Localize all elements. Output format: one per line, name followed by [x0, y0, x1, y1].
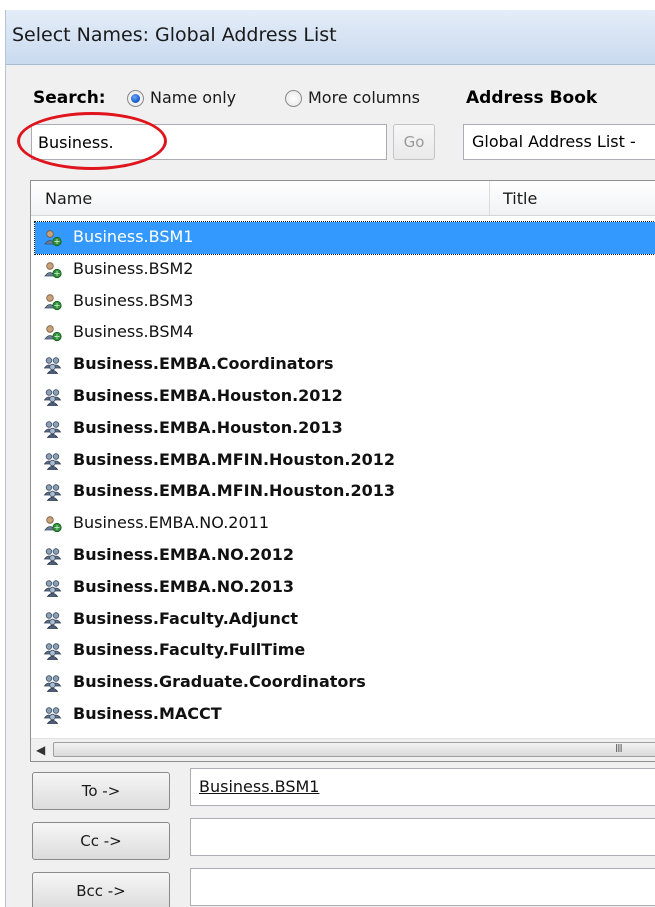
- list-item[interactable]: Business.EMBA.MFIN.Houston.2012: [31, 445, 655, 477]
- group-icon: [43, 611, 63, 629]
- bcc-button[interactable]: Bcc ->: [32, 872, 170, 907]
- list-item-name: Business.BSM4: [73, 322, 194, 342]
- list-item-name: Business.Graduate.Coordinators: [73, 672, 366, 692]
- list-item-name: Business.BSM1: [73, 227, 194, 246]
- search-label: Search:: [33, 88, 106, 108]
- cc-button[interactable]: Cc ->: [32, 822, 170, 860]
- scroll-left-icon[interactable]: ◀: [36, 743, 45, 757]
- list-item-name: Business.EMBA.Coordinators: [73, 354, 334, 374]
- list-item-name: Business.Faculty.Adjunct: [73, 608, 299, 628]
- to-field[interactable]: Business.BSM1: [190, 768, 655, 806]
- group-icon: [43, 452, 63, 470]
- to-button[interactable]: To ->: [32, 772, 170, 810]
- select-names-dialog: Select Names: Global Address List Search…: [5, 10, 655, 907]
- list-item[interactable]: Business.EMBA.Coordinators: [31, 349, 655, 381]
- list-item[interactable]: Business.BSM4: [31, 317, 655, 349]
- list-rows: Business.BSM1 Business.BSM2 Business.BSM3 B…: [31, 221, 655, 731]
- bcc-field[interactable]: [190, 868, 655, 906]
- list-item-name: Business.EMBA.NO.2011: [73, 513, 269, 533]
- group-icon: [43, 388, 63, 406]
- title-bar: Select Names: Global Address List: [6, 10, 655, 65]
- list-item-name: Business.EMBA.NO.2012: [73, 544, 295, 564]
- list-item[interactable]: Business.Faculty.Adjunct: [31, 604, 655, 636]
- radio-name-only-label[interactable]: Name only: [150, 88, 236, 107]
- list-item[interactable]: Business.EMBA.MFIN.Houston.2013: [31, 476, 655, 508]
- group-icon: [43, 420, 63, 438]
- to-recipient[interactable]: Business.BSM1: [199, 777, 319, 796]
- group-icon: [43, 547, 63, 565]
- go-button[interactable]: Go: [393, 124, 435, 160]
- scrollbar-grip: III: [615, 742, 623, 755]
- list-item[interactable]: Business.EMBA.NO.2012: [31, 540, 655, 572]
- group-icon: [43, 579, 63, 597]
- user-icon: [43, 324, 63, 342]
- search-input[interactable]: [31, 124, 387, 160]
- group-icon: [43, 706, 63, 724]
- list-item[interactable]: Business.BSM1: [34, 221, 655, 255]
- scrollbar-thumb[interactable]: [53, 742, 655, 757]
- group-icon: [43, 483, 63, 502]
- column-header-title[interactable]: Title: [503, 189, 537, 208]
- user-icon: [43, 261, 63, 279]
- radio-more-columns-label[interactable]: More columns: [308, 88, 420, 107]
- list-item-name: Business.EMBA.MFIN.Houston.2012: [73, 449, 395, 469]
- list-item-name: Business.EMBA.Houston.2012: [73, 385, 343, 405]
- list-item-name: Business.BSM2: [73, 258, 194, 278]
- list-item[interactable]: Business.BSM3: [31, 286, 655, 318]
- radio-name-only-icon[interactable]: [127, 90, 144, 107]
- list-item-name: Business.EMBA.NO.2013: [73, 576, 295, 596]
- list-item[interactable]: Business.EMBA.NO.2011: [31, 508, 655, 540]
- list-item-name: Business.EMBA.MFIN.Houston.2013: [73, 481, 395, 501]
- address-book-label: Address Book: [466, 88, 598, 108]
- user-icon: [43, 229, 63, 247]
- group-icon: [43, 642, 63, 661]
- horizontal-scrollbar[interactable]: ◀ III: [31, 738, 655, 761]
- column-divider[interactable]: [489, 181, 490, 215]
- window-title: Select Names: Global Address List: [12, 24, 337, 46]
- address-book-select[interactable]: Global Address List -: [463, 124, 655, 160]
- column-header-name[interactable]: Name: [45, 189, 92, 208]
- group-icon: [43, 674, 63, 693]
- list-header: Name Title: [31, 181, 655, 216]
- list-item[interactable]: Business.EMBA.Houston.2012: [31, 381, 655, 413]
- name-list[interactable]: Name Title Business.BSM1 Business.BSM2 Bus…: [30, 180, 655, 762]
- list-item[interactable]: Business.EMBA.Houston.2013: [31, 413, 655, 445]
- list-item-name: Business.MACCT: [73, 703, 222, 723]
- radio-more-columns-icon[interactable]: [285, 90, 302, 107]
- list-item[interactable]: Business.MACCT: [31, 699, 655, 731]
- list-item[interactable]: Business.Graduate.Coordinators: [31, 667, 655, 699]
- cc-field[interactable]: [190, 818, 655, 856]
- user-icon: [43, 293, 63, 311]
- list-item-name: Business.Faculty.FullTime: [73, 640, 306, 660]
- group-icon: [43, 356, 63, 375]
- user-icon: [43, 515, 63, 533]
- list-item[interactable]: Business.Faculty.FullTime: [31, 635, 655, 667]
- list-item[interactable]: Business.EMBA.NO.2013: [31, 572, 655, 604]
- list-item-name: Business.EMBA.Houston.2013: [73, 417, 343, 437]
- list-item[interactable]: Business.BSM2: [31, 254, 655, 286]
- list-item-name: Business.BSM3: [73, 290, 194, 310]
